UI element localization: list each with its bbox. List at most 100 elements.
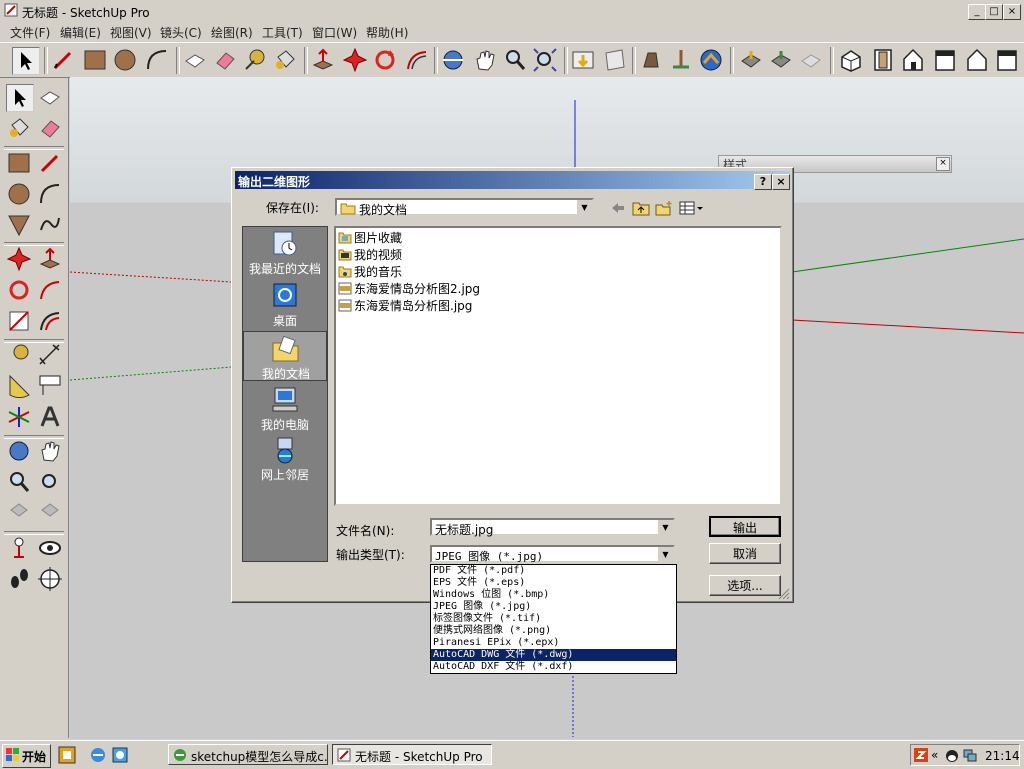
orbit-icon[interactable] — [440, 47, 466, 73]
rotate-icon[interactable] — [6, 277, 32, 303]
position-camera-icon[interactable] — [6, 535, 32, 561]
filename-input[interactable]: 无标题.jpg ▼ — [430, 518, 675, 537]
view-menu-icon[interactable] — [679, 201, 705, 215]
move-icon[interactable] — [6, 246, 32, 272]
filetype-option-jpg[interactable]: JPEG 图像 (*.jpg) — [431, 601, 676, 613]
styles-panel-close-icon[interactable]: × — [936, 157, 950, 171]
menu-file[interactable]: 文件(F) — [10, 24, 50, 41]
network-status-icon[interactable] — [962, 747, 978, 763]
back-view-icon[interactable] — [964, 47, 990, 73]
task-browser[interactable]: sketchup模型怎么导成c... — [168, 744, 328, 765]
scale-icon[interactable] — [6, 308, 32, 334]
zoom-icon[interactable] — [6, 469, 32, 495]
dimension-icon[interactable] — [37, 342, 63, 368]
dialog-help-button[interactable]: ? — [754, 174, 772, 190]
filetype-option-epx[interactable]: Piranesi EPix (*.epx) — [431, 637, 676, 649]
place-desktop[interactable]: 桌面 — [243, 279, 327, 329]
qq-icon[interactable] — [944, 747, 960, 763]
previous-icon[interactable] — [6, 500, 32, 526]
browser-icon[interactable] — [111, 746, 129, 764]
paint-bucket-icon[interactable] — [272, 47, 298, 73]
menu-help[interactable]: 帮助(H) — [366, 24, 408, 41]
terrain-icon[interactable] — [698, 47, 724, 73]
file-list[interactable]: 图片收藏 我的视频 我的音乐 东海爱情岛分析图2.jpg 东海爱情岛分析图.jp… — [334, 226, 782, 506]
options-button[interactable]: 选项... — [709, 575, 781, 596]
menu-draw[interactable]: 绘图(R) — [211, 24, 253, 41]
offset-icon[interactable] — [37, 308, 63, 334]
close-button[interactable]: × — [1003, 4, 1021, 20]
select-tool-icon[interactable] — [6, 84, 34, 112]
iso-view-icon[interactable] — [838, 47, 864, 73]
pan-hand-icon[interactable] — [37, 438, 63, 464]
place-my-computer[interactable]: 我的电脑 — [243, 383, 327, 433]
up-folder-icon[interactable] — [632, 200, 650, 216]
chevron-down-icon[interactable]: ▼ — [657, 547, 673, 561]
menu-view[interactable]: 视图(V) — [110, 24, 152, 41]
quicklaunch-app-icon[interactable] — [58, 746, 76, 764]
filetype-option-png[interactable]: 便携式网络图像 (*.png) — [431, 625, 676, 637]
section-plane-icon[interactable] — [602, 47, 628, 73]
place-network[interactable]: 网上邻居 — [243, 433, 327, 483]
next-icon[interactable] — [37, 500, 63, 526]
eraser-icon[interactable] — [37, 115, 63, 141]
filetype-option-eps[interactable]: EPS 文件 (*.eps) — [431, 577, 676, 589]
protractor-icon[interactable] — [6, 373, 32, 399]
filetype-option-bmp[interactable]: Windows 位图 (*.bmp) — [431, 589, 676, 601]
text-tool-icon[interactable] — [37, 373, 63, 399]
eraser-icon[interactable] — [212, 47, 238, 73]
freehand-icon[interactable] — [37, 212, 63, 238]
zoom-icon[interactable] — [502, 47, 528, 73]
pencil-icon[interactable] — [50, 47, 76, 73]
filetype-select[interactable]: JPEG 图像 (*.jpg) ▼ — [430, 545, 675, 563]
orbit-icon[interactable] — [6, 438, 32, 464]
chevron-down-icon[interactable]: ▼ — [657, 520, 673, 534]
menu-camera[interactable]: 镜头(C) — [160, 24, 202, 41]
push-pull-icon[interactable] — [310, 47, 336, 73]
tape-measure-icon[interactable] — [242, 47, 268, 73]
tray-expand-icon[interactable]: « — [931, 748, 938, 762]
paint-bucket-icon[interactable] — [6, 115, 32, 141]
list-item[interactable]: 东海爱情岛分析图.jpg — [338, 297, 472, 313]
list-item[interactable]: 我的音乐 — [338, 263, 402, 279]
ie-icon[interactable] — [89, 746, 107, 764]
minimize-button[interactable]: _ — [968, 4, 986, 20]
filetype-option-pdf[interactable]: PDF 文件 (*.pdf) — [431, 565, 676, 577]
front-view-icon[interactable] — [900, 47, 926, 73]
right-view-icon[interactable] — [932, 47, 958, 73]
3d-text-icon[interactable] — [37, 404, 63, 430]
rectangle-icon[interactable] — [6, 150, 32, 176]
arc-icon[interactable] — [37, 181, 63, 207]
share-model-icon[interactable] — [768, 47, 794, 73]
select-tool-icon[interactable] — [12, 47, 40, 75]
axes-icon[interactable] — [6, 404, 32, 430]
section-plane-icon[interactable] — [37, 566, 63, 592]
previous-view-icon[interactable] — [570, 47, 596, 73]
get-models-icon[interactable] — [738, 47, 764, 73]
input-method-icon[interactable] — [914, 748, 928, 762]
zoom-extents-icon[interactable] — [37, 469, 63, 495]
export-button[interactable]: 输出 — [709, 516, 781, 537]
maximize-button[interactable]: □ — [985, 4, 1003, 20]
cancel-button[interactable]: 取消 — [709, 543, 781, 564]
new-folder-icon[interactable] — [655, 200, 673, 216]
follow-me-icon[interactable] — [404, 47, 430, 73]
circle-icon[interactable] — [112, 47, 138, 73]
arc-icon[interactable] — [144, 47, 170, 73]
dialog-close-button[interactable]: × — [772, 174, 790, 190]
filetype-option-dwg[interactable]: AutoCAD DWG 文件 (*.dwg) — [431, 649, 676, 661]
list-item[interactable]: 我的视频 — [338, 246, 402, 262]
left-view-icon[interactable] — [994, 47, 1020, 73]
zoom-extents-icon[interactable] — [532, 47, 558, 73]
rotate-icon[interactable] — [372, 47, 398, 73]
chevron-down-icon[interactable]: ▼ — [576, 200, 592, 214]
push-pull-icon[interactable] — [37, 246, 63, 272]
place-recent-docs[interactable]: 我最近的文档 — [243, 227, 327, 277]
top-view-icon[interactable] — [870, 47, 896, 73]
pencil-icon[interactable] — [37, 150, 63, 176]
move-icon[interactable] — [342, 47, 368, 73]
google-earth-view-icon[interactable] — [638, 47, 664, 73]
save-in-dropdown[interactable]: 我的文档 ▼ — [335, 198, 594, 217]
filetype-option-tif[interactable]: 标签图像文件 (*.tif) — [431, 613, 676, 625]
walk-icon[interactable] — [6, 566, 32, 592]
look-around-icon[interactable] — [37, 535, 63, 561]
